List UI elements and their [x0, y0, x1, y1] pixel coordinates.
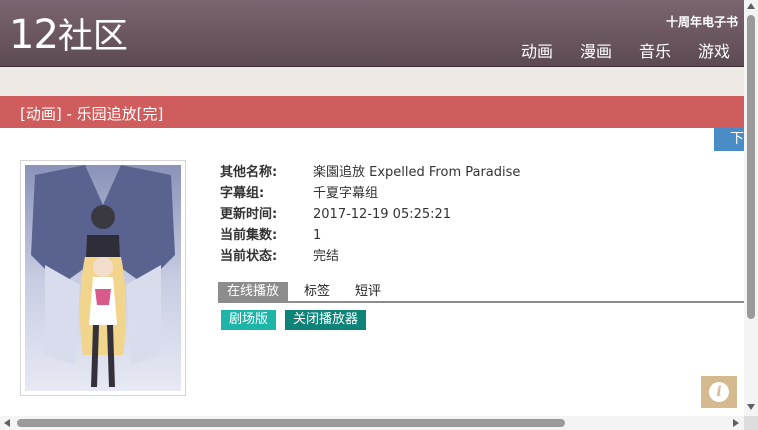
site-header: 12社区 十周年电子书 动画 漫画 音乐 游戏 [0, 0, 744, 67]
main-nav: 动画 漫画 音乐 游戏 [521, 38, 730, 62]
scroll-left-arrow-icon[interactable] [4, 419, 10, 427]
info-value: 千夏字幕组 [313, 186, 379, 201]
info-row: 其他名称: 楽園追放 Expelled From Paradise [220, 162, 520, 183]
nav-manga[interactable]: 漫画 [580, 38, 612, 62]
floating-info-button[interactable]: i [701, 376, 737, 408]
content-tabs: 在线播放 标签 短评 [218, 282, 744, 303]
horizontal-scrollbar[interactable] [0, 416, 744, 430]
vertical-scroll-thumb[interactable] [747, 15, 755, 319]
site-logo[interactable]: 12社区 [9, 12, 128, 60]
horizontal-scroll-thumb[interactable] [17, 419, 565, 427]
poster-image [20, 160, 186, 396]
page-title: [动画] - 乐园追放[完] [20, 105, 164, 123]
scrollbar-corner [744, 416, 758, 430]
nav-anime[interactable]: 动画 [521, 38, 553, 62]
ebook-link[interactable]: 十周年电子书 [666, 13, 738, 30]
tab-online-play[interactable]: 在线播放 [218, 282, 289, 301]
info-row: 当前集数: 1 [220, 225, 520, 246]
logo-text: 社区 [57, 17, 128, 57]
tab-tags[interactable]: 标签 [304, 282, 330, 301]
info-value: 2017-12-19 05:25:21 [313, 207, 452, 222]
info-value: 1 [313, 228, 322, 243]
info-value: 完结 [313, 249, 340, 264]
nav-games[interactable]: 游戏 [698, 38, 730, 62]
info-row: 字幕组: 千夏字幕组 [220, 183, 520, 204]
tab-comments[interactable]: 短评 [355, 282, 381, 301]
close-player-button[interactable]: 关闭播放器 [285, 310, 367, 330]
info-label: 字幕组: [220, 186, 265, 201]
info-row: 当前状态: 完结 [220, 246, 520, 267]
info-value: 楽園追放 Expelled From Paradise [313, 165, 521, 180]
download-button[interactable]: 下 [714, 128, 744, 151]
info-row: 更新时间: 2017-12-19 05:25:21 [220, 204, 520, 225]
movie-button[interactable]: 剧场版 [221, 310, 277, 330]
info-label: 其他名称: [220, 165, 278, 180]
scroll-right-arrow-icon[interactable] [733, 419, 739, 427]
info-label: 当前状态: [220, 249, 278, 264]
vertical-scrollbar[interactable] [744, 0, 758, 416]
page-title-bar: [动画] - 乐园追放[完] [0, 96, 744, 128]
logo-number: 12 [9, 12, 59, 58]
scroll-down-arrow-icon[interactable] [747, 404, 755, 410]
anime-info: 其他名称: 楽園追放 Expelled From Paradise 字幕组: 千… [220, 162, 520, 267]
info-label: 更新时间: [220, 207, 278, 222]
info-icon: i [709, 382, 729, 402]
info-label: 当前集数: [220, 228, 278, 243]
nav-music[interactable]: 音乐 [639, 38, 671, 62]
poster-art [25, 165, 181, 391]
scroll-up-arrow-icon[interactable] [747, 3, 755, 9]
sub-bar [0, 67, 744, 96]
